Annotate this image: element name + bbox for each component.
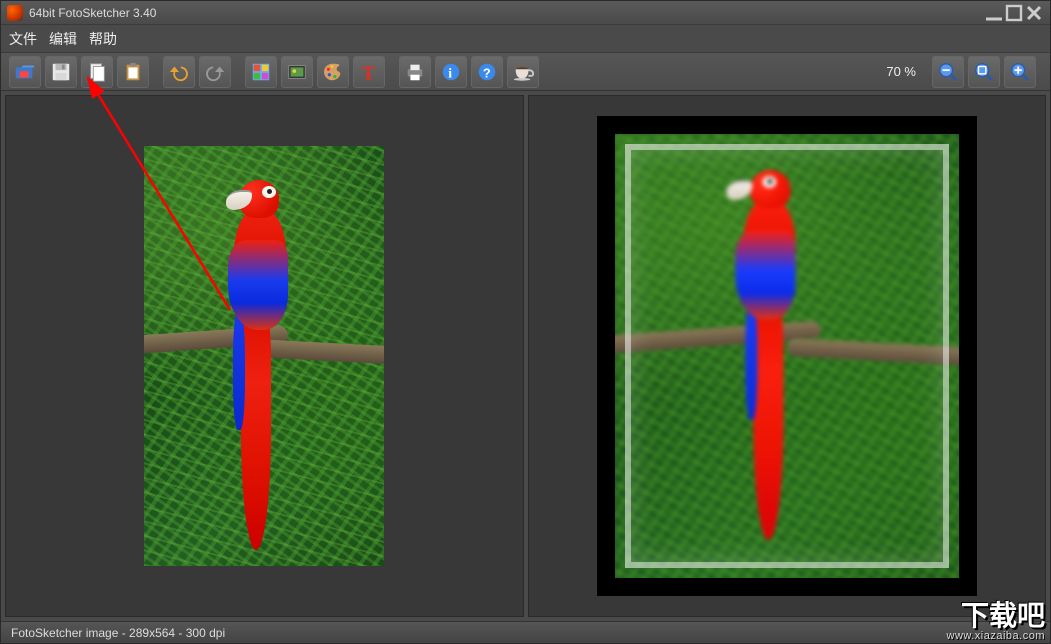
undo-arrow-icon [168,61,190,83]
app-icon [7,5,23,21]
save-button[interactable] [45,56,77,88]
palette-button[interactable] [317,56,349,88]
content-area [1,91,1050,621]
svg-text:i: i [448,65,452,80]
zoom-out-icon [937,61,959,83]
redo-arrow-icon [204,61,226,83]
frame-button[interactable] [281,56,313,88]
redo-button[interactable] [199,56,231,88]
source-image [144,146,384,566]
text-t-icon: T [358,61,380,83]
donate-button[interactable] [507,56,539,88]
menu-file[interactable]: 文件 [9,29,37,49]
coffee-cup-icon [512,61,534,83]
status-text: FotoSketcher image - 289x564 - 300 dpi [11,626,225,640]
help-icon: ? [476,61,498,83]
zoom-out-button[interactable] [932,56,964,88]
info-button[interactable]: i [435,56,467,88]
zoom-percent-label: 70 % [886,64,916,79]
minimize-button[interactable] [984,5,1004,21]
text-button[interactable]: T [353,56,385,88]
statusbar: FotoSketcher image - 289x564 - 300 dpi [1,621,1050,643]
menu-edit[interactable]: 编辑 [49,29,77,49]
result-image-frame [597,116,977,596]
clipboard-icon [122,61,144,83]
printer-icon [404,61,426,83]
svg-text:T: T [362,62,376,83]
zoom-fit-icon [973,61,995,83]
zoom-in-icon [1009,61,1031,83]
result-image-panel[interactable] [528,95,1047,617]
copy-button[interactable] [81,56,113,88]
close-button[interactable] [1024,5,1044,21]
source-image-panel[interactable] [5,95,524,617]
save-floppy-icon [50,61,72,83]
document-icon [86,61,108,83]
window-title: 64bit FotoSketcher 3.40 [29,6,156,20]
effects-icon [250,61,272,83]
paste-button[interactable] [117,56,149,88]
undo-button[interactable] [163,56,195,88]
app-window: 64bit FotoSketcher 3.40 文件 编辑 帮助 [0,0,1051,644]
effects-button[interactable] [245,56,277,88]
palette-icon [322,61,344,83]
maximize-button[interactable] [1004,5,1024,21]
toolbar: T i ? 70 % [1,53,1050,91]
open-button[interactable] [9,56,41,88]
menubar: 文件 编辑 帮助 [1,25,1050,53]
zoom-in-button[interactable] [1004,56,1036,88]
print-button[interactable] [399,56,431,88]
info-icon: i [440,61,462,83]
result-image [615,134,959,578]
open-folder-icon [14,61,36,83]
zoom-fit-button[interactable] [968,56,1000,88]
menu-help[interactable]: 帮助 [89,29,117,49]
help-button[interactable]: ? [471,56,503,88]
frame-icon [286,61,308,83]
svg-text:?: ? [483,65,491,80]
titlebar: 64bit FotoSketcher 3.40 [1,1,1050,25]
